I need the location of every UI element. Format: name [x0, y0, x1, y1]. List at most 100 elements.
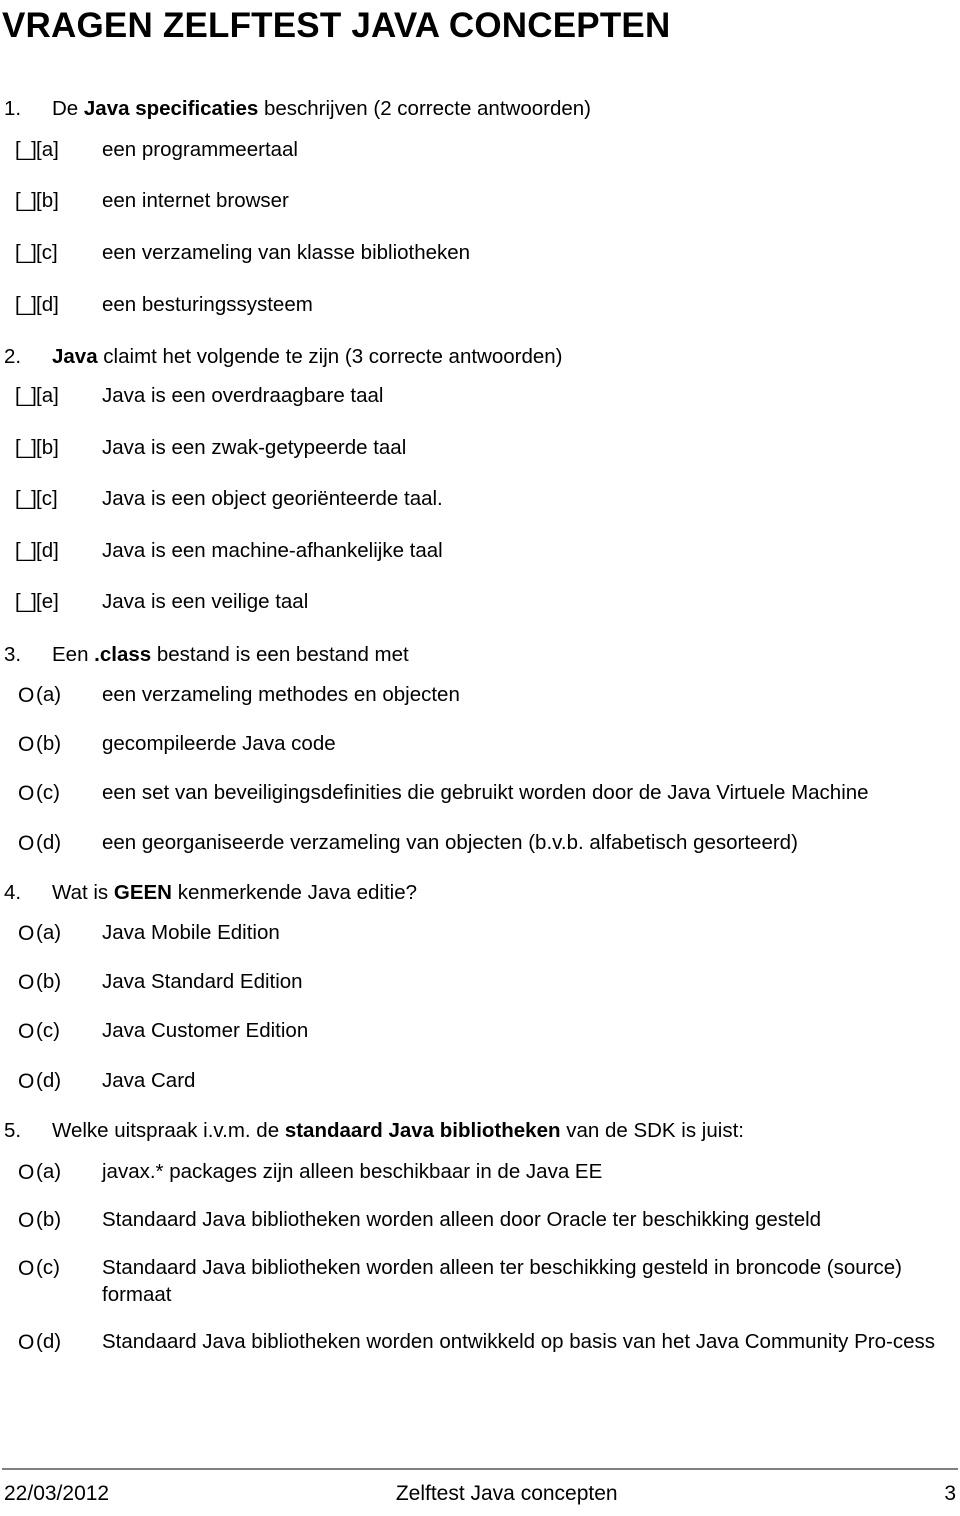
heading-suffix-3: bestand is een bestand met	[151, 643, 409, 667]
option-text: Java Standard Edition	[102, 969, 303, 993]
question-text-4: Wat is GEEN kenmerkende Java editie?	[52, 879, 960, 907]
heading-suffix-4: kenmerkende Java editie?	[172, 880, 418, 904]
option-text: javax.* packages zijn alleen beschikbaar…	[102, 1159, 603, 1183]
option-row[interactable]: O (d) Java Card	[0, 1068, 960, 1095]
option-label: (a)	[36, 920, 62, 944]
question-text-2: Java claimt het volgende te zijn (3 corr…	[52, 343, 960, 371]
question-number-2: 2.	[4, 345, 22, 369]
checkbox-icon[interactable]: [_]	[0, 292, 37, 319]
option-label: (b)	[36, 1207, 62, 1231]
option-text: Standaard Java bibliotheken worden allee…	[102, 1256, 902, 1306]
option-label: [b]	[36, 435, 59, 459]
question-number-5: 5.	[4, 1118, 22, 1142]
options-list-5: O (a) javax.* packages zijn alleen besch…	[0, 1159, 960, 1357]
option-text: Standaard Java bibliotheken worden allee…	[102, 1207, 822, 1231]
checkbox-icon[interactable]: [_]	[0, 137, 37, 164]
question-block-2: 2. Java claimt het volgende te zijn (3 c…	[0, 343, 960, 616]
checkbox-icon[interactable]: [_]	[0, 486, 37, 513]
checkbox-icon[interactable]: [_]	[0, 538, 37, 565]
option-text: een programmeertaal	[102, 137, 298, 161]
heading-bold-1: Java specificaties	[83, 97, 259, 120]
heading-bold-2: Java	[52, 345, 98, 369]
option-label: (c)	[36, 1256, 60, 1280]
question-heading-4: 4. Wat is GEEN kenmerkende Java editie?	[0, 879, 960, 907]
option-text: een verzameling van klasse bibliotheken	[102, 240, 471, 264]
question-heading-5: 5. Welke uitspraak i.v.m. de standaard J…	[0, 1117, 960, 1145]
option-row[interactable]: O (a) een verzameling methodes en object…	[0, 682, 960, 709]
option-row[interactable]: [_] [c] Java is een object georiënteerde…	[0, 486, 960, 513]
question-block-4: 4. Wat is GEEN kenmerkende Java editie? …	[0, 879, 960, 1095]
option-row[interactable]: [_] [b] een internet browser	[0, 188, 960, 215]
option-row[interactable]: [_] [d] een besturingssysteem	[0, 292, 960, 319]
option-text: Java Mobile Edition	[102, 920, 280, 944]
radio-icon[interactable]: O	[0, 1255, 36, 1282]
heading-suffix-5: van de SDK is juist:	[560, 1118, 744, 1142]
option-row[interactable]: O (a) Java Mobile Edition	[0, 920, 960, 947]
options-list-2: [_] [a] Java is een overdraagbare taal […	[0, 383, 960, 616]
option-row[interactable]: O (a) javax.* packages zijn alleen besch…	[0, 1159, 960, 1186]
radio-icon[interactable]: O	[0, 1329, 36, 1356]
page-title: VRAGEN ZELFTEST JAVA CONCEPTEN	[2, 6, 671, 45]
option-row[interactable]: O (d) een georganiseerde verzameling van…	[0, 830, 960, 857]
question-text-3: Een .class bestand is een bestand met	[52, 641, 960, 669]
option-text: een georganiseerde verzameling van objec…	[102, 830, 798, 854]
radio-icon[interactable]: O	[0, 1018, 36, 1045]
option-row[interactable]: [_] [b] Java is een zwak-getypeerde taal	[0, 435, 960, 462]
option-label: [c]	[36, 240, 58, 264]
heading-prefix-1: De	[52, 97, 84, 120]
option-row[interactable]: [_] [e] Java is een veilige taal	[0, 589, 960, 616]
question-text-5: Welke uitspraak i.v.m. de standaard Java…	[52, 1117, 960, 1145]
question-block-5: 5. Welke uitspraak i.v.m. de standaard J…	[0, 1117, 960, 1357]
radio-icon[interactable]: O	[0, 1068, 36, 1095]
option-row[interactable]: O (c) Java Customer Edition	[0, 1018, 960, 1045]
footer-title: Zelftest Java concepten	[395, 1482, 618, 1505]
heading-bold-5: standaard Java bibliotheken	[284, 1118, 561, 1142]
option-row[interactable]: [_] [a] een programmeertaal	[0, 137, 960, 164]
option-row[interactable]: [_] [d] Java is een machine-afhankelijke…	[0, 538, 960, 565]
question-heading-1: 1. De Java specificaties beschrijven (2 …	[0, 95, 960, 123]
option-label: (a)	[36, 1159, 62, 1183]
option-text: Java Customer Edition	[102, 1019, 309, 1043]
radio-icon[interactable]: O	[0, 920, 36, 947]
option-row[interactable]: O (c) Standaard Java bibliotheken worden…	[0, 1255, 960, 1308]
checkbox-icon[interactable]: [_]	[0, 188, 37, 215]
options-list-4: O (a) Java Mobile Edition O (b) Java Sta…	[0, 920, 960, 1095]
option-label: (a)	[36, 682, 62, 706]
heading-prefix-5: Welke uitspraak i.v.m. de	[52, 1118, 285, 1142]
option-text: Java Card	[102, 1068, 196, 1092]
option-label: (c)	[36, 1019, 60, 1043]
radio-icon[interactable]: O	[0, 1207, 36, 1234]
checkbox-icon[interactable]: [_]	[0, 589, 37, 616]
option-row[interactable]: [_] [a] Java is een overdraagbare taal	[0, 383, 960, 410]
checkbox-icon[interactable]: [_]	[0, 435, 37, 462]
page-footer: 22/03/2012 Zelftest Java concepten 3	[0, 1468, 960, 1506]
checkbox-icon[interactable]: [_]	[0, 240, 37, 267]
option-row[interactable]: O (b) gecompileerde Java code	[0, 731, 960, 758]
option-row[interactable]: O (c) een set van beveiligingsdefinities…	[0, 780, 960, 807]
footer-divider	[2, 1468, 958, 1470]
option-text: Java is een object georiënteerde taal.	[102, 487, 443, 511]
option-row[interactable]: O (b) Standaard Java bibliotheken worden…	[0, 1207, 960, 1234]
radio-icon[interactable]: O	[0, 780, 36, 807]
option-label: (b)	[36, 732, 62, 756]
option-text: Java is een overdraagbare taal	[102, 383, 384, 407]
option-row[interactable]: [_] [c] een verzameling van klasse bibli…	[0, 240, 960, 267]
option-label: [e]	[36, 590, 59, 614]
option-label: (c)	[36, 781, 60, 805]
option-text: Java is een veilige taal	[102, 590, 309, 614]
checkbox-icon[interactable]: [_]	[0, 383, 37, 410]
option-row[interactable]: O (d) Standaard Java bibliotheken worden…	[0, 1329, 960, 1356]
radio-icon[interactable]: O	[0, 682, 36, 709]
option-text: een set van beveiligingsdefinities die g…	[102, 781, 869, 805]
option-text: een verzameling methodes en objecten	[102, 682, 460, 706]
radio-icon[interactable]: O	[0, 731, 36, 758]
heading-suffix-1: beschrijven (2 correcte antwoorden)	[258, 97, 591, 120]
heading-bold-4: GEEN	[113, 880, 172, 904]
radio-icon[interactable]: O	[0, 969, 36, 996]
radio-icon[interactable]: O	[0, 830, 36, 857]
option-label: [d]	[36, 292, 59, 316]
question-number-1: 1.	[4, 97, 22, 120]
option-row[interactable]: O (b) Java Standard Edition	[0, 969, 960, 996]
heading-suffix-2: claimt het volgende te zijn (3 correcte …	[97, 345, 563, 369]
radio-icon[interactable]: O	[0, 1159, 36, 1186]
